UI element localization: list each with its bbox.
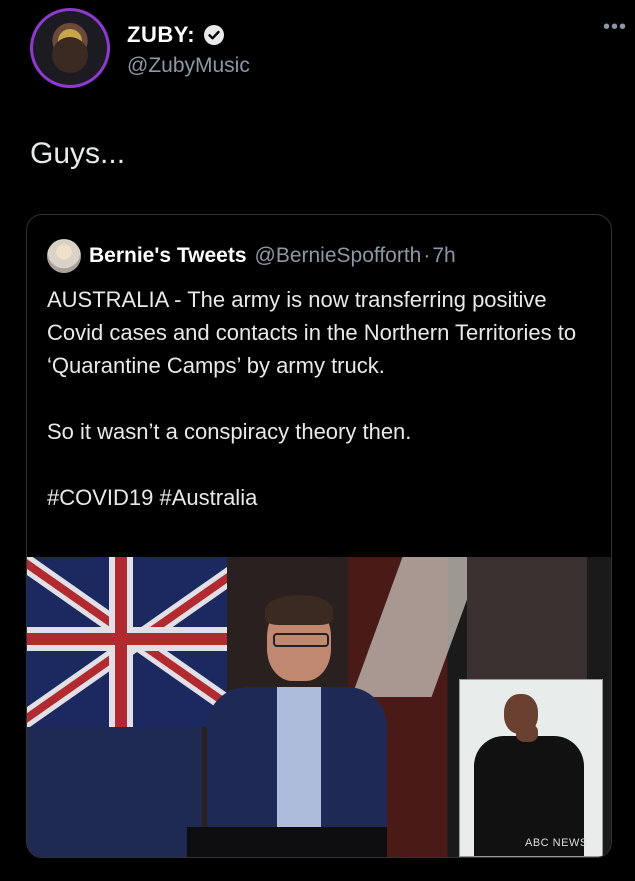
quoted-tweet[interactable]: Bernie's Tweets @BernieSpofforth · 7h AUST… xyxy=(26,214,612,858)
more-icon[interactable]: ••• xyxy=(603,16,627,39)
speaker-figure xyxy=(197,587,397,857)
quoted-avatar[interactable] xyxy=(47,239,81,273)
quoted-time[interactable]: 7h xyxy=(432,244,455,268)
quoted-display-name[interactable]: Bernie's Tweets xyxy=(89,244,247,268)
quoted-paragraph-2: So it wasn’t a conspiracy theory then. xyxy=(47,419,412,444)
quoted-separator: · xyxy=(423,244,431,267)
quoted-tweet-header: Bernie's Tweets @BernieSpofforth · 7h xyxy=(47,239,456,273)
flag-stripe-dark xyxy=(467,557,587,687)
quoted-tweet-body: AUSTRALIA - The army is now transferring… xyxy=(47,283,597,514)
sign-interpreter-inset xyxy=(459,679,603,857)
user-handle[interactable]: @ZubyMusic xyxy=(127,54,250,78)
name-row: ZUBY: xyxy=(127,22,225,48)
quoted-hashtags[interactable]: #COVID19 #Australia xyxy=(47,481,597,514)
podium xyxy=(187,827,387,857)
quoted-video-thumbnail[interactable]: ABC NEWS xyxy=(27,557,611,857)
tweet-header: ZUBY: @ZubyMusic ••• xyxy=(30,8,635,98)
avatar[interactable] xyxy=(30,8,110,88)
avatar-face xyxy=(52,37,88,73)
quoted-handle[interactable]: @BernieSpofforth xyxy=(255,244,422,268)
quoted-paragraph-1: AUSTRALIA - The army is now transferring… xyxy=(47,287,577,378)
verified-badge-icon xyxy=(204,25,225,45)
display-name[interactable]: ZUBY: xyxy=(127,22,195,48)
news-watermark: ABC NEWS xyxy=(525,837,588,849)
tweet-text: Guys... xyxy=(30,137,126,170)
avatar-image xyxy=(33,11,107,85)
